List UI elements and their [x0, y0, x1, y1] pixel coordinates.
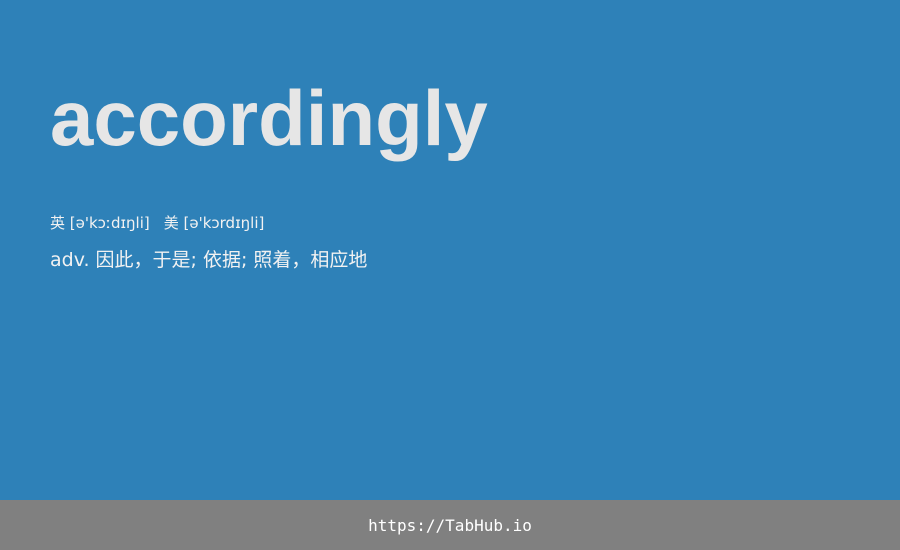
pronunciation-us: 美 [ə'kɔrdɪŋli] [163, 214, 265, 232]
definition-text: adv. 因此，于是; 依据; 照着，相应地 [50, 249, 368, 271]
footer-bar: https://TabHub.io [0, 500, 900, 550]
headword: accordingly [50, 74, 488, 162]
pronunciation-line: 英 [ə'kɔːdɪŋli] 美 [ə'kɔrdɪŋli] [50, 212, 264, 234]
pronunciation-uk: 英 [ə'kɔːdɪŋli] [50, 214, 150, 232]
tabhub-link[interactable]: https://TabHub.io [368, 516, 532, 535]
word-card: accordingly 英 [ə'kɔːdɪŋli] 美 [ə'kɔrdɪŋli]… [0, 0, 900, 500]
